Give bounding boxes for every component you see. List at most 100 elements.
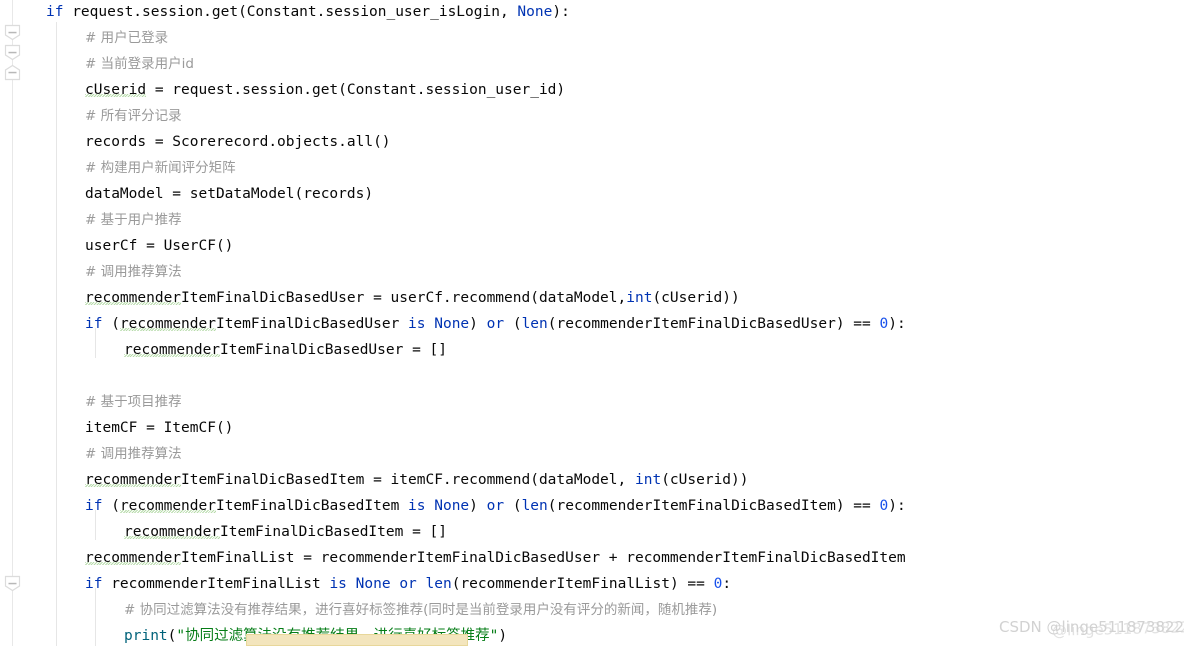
fold-marker-collapse-3[interactable] xyxy=(4,575,21,592)
code-token: len xyxy=(425,576,452,592)
code-token: ItemFinalDicBasedItem = itemCF.recommend… xyxy=(181,472,635,488)
code-token: if xyxy=(85,316,103,332)
code-token: cUserid xyxy=(85,82,147,98)
fold-marker-collapse-1[interactable] xyxy=(4,24,21,41)
code-token: ) xyxy=(498,628,508,644)
code-token: int xyxy=(626,290,653,306)
code-token: # 调用推荐算法 xyxy=(85,446,182,462)
code-token: ItemFinalList = recommenderItemFinalDicB… xyxy=(181,550,906,566)
code-token: ) xyxy=(469,498,487,514)
code-line[interactable]: if request.session.get(Constant.session_… xyxy=(46,0,570,26)
code-token: if xyxy=(46,4,64,20)
code-line[interactable]: records = Scorerecord.objects.all() xyxy=(85,130,391,156)
code-token: ): xyxy=(552,4,570,20)
code-line[interactable]: recommenderItemFinalDicBasedUser = userC… xyxy=(85,286,740,312)
code-token: int xyxy=(634,472,662,488)
code-line[interactable]: # 调用推荐算法 xyxy=(85,442,182,468)
code-line[interactable]: itemCF = ItemCF() xyxy=(85,416,233,442)
search-match-highlight xyxy=(246,634,468,646)
code-token: None xyxy=(434,316,470,332)
code-token: ): xyxy=(888,316,906,332)
code-editor: if request.session.get(Constant.session_… xyxy=(0,0,1184,646)
code-line[interactable]: if (recommenderItemFinalDicBasedItem is … xyxy=(85,494,906,520)
code-token: print xyxy=(124,628,168,644)
code-token: 0 xyxy=(879,316,889,332)
code-line[interactable]: recommenderItemFinalDicBasedUser = [] xyxy=(124,338,447,364)
code-line[interactable]: userCf = UserCF() xyxy=(85,234,233,260)
code-token: (cUserid)) xyxy=(652,290,740,306)
code-line[interactable]: # 用户已登录 xyxy=(85,26,168,52)
code-line[interactable]: # 当前登录用户id xyxy=(85,52,194,78)
code-token: : xyxy=(722,576,732,592)
code-token: # 当前登录用户id xyxy=(85,56,194,72)
code-token: recommender xyxy=(85,550,182,566)
code-token: is xyxy=(408,498,426,514)
code-line[interactable]: dataModel = setDataModel(records) xyxy=(85,182,373,208)
code-token: or xyxy=(486,316,505,332)
code-token: ( xyxy=(102,498,120,514)
code-token: # 协同过滤算法没有推荐结果，进行喜好标签推荐(同时是当前登录用户没有评分的新闻… xyxy=(124,602,718,618)
indent-guide-level-1 xyxy=(56,22,57,646)
code-line[interactable]: # 所有评分记录 xyxy=(85,104,182,130)
code-token: len xyxy=(521,316,548,332)
code-line[interactable]: if (recommenderItemFinalDicBasedUser is … xyxy=(85,312,906,338)
code-token: # 构建用户新闻评分矩阵 xyxy=(85,160,236,176)
fold-rail xyxy=(12,0,13,646)
code-token: if xyxy=(85,498,103,514)
code-token: is xyxy=(408,316,426,332)
code-token: (recommenderItemFinalList) == xyxy=(451,576,714,592)
code-content-area[interactable]: if request.session.get(Constant.session_… xyxy=(46,0,1184,646)
code-token: recommender xyxy=(85,290,182,306)
code-line[interactable]: # 基于用户推荐 xyxy=(85,208,182,234)
code-token: ItemFinalDicBasedUser xyxy=(215,316,409,332)
code-token: (recommenderItemFinalDicBasedUser) == xyxy=(547,316,880,332)
code-token: if xyxy=(85,576,103,592)
code-token: # 调用推荐算法 xyxy=(85,264,182,280)
code-token: recommenderItemFinalList xyxy=(102,576,330,592)
code-token: None xyxy=(434,498,470,514)
code-token: = request.session.get(Constant.session_u… xyxy=(146,82,566,98)
code-token: (recommenderItemFinalDicBasedItem) == xyxy=(547,498,880,514)
code-line[interactable]: # 基于项目推荐 xyxy=(85,390,182,416)
code-token: ItemFinalDicBasedItem = [] xyxy=(220,524,448,540)
code-line[interactable]: recommenderItemFinalDicBasedItem = [] xyxy=(124,520,447,546)
code-token: ): xyxy=(888,498,906,514)
code-token: # 用户已登录 xyxy=(85,30,169,46)
code-token: ( xyxy=(504,316,522,332)
code-token: ( xyxy=(102,316,120,332)
code-token: ) xyxy=(469,316,487,332)
code-token: or xyxy=(486,498,505,514)
code-token: len xyxy=(521,498,548,514)
code-token: recommender xyxy=(119,498,216,514)
editor-gutter xyxy=(0,0,46,646)
code-token: ItemFinalDicBasedItem xyxy=(215,498,409,514)
code-token: itemCF = ItemCF() xyxy=(85,420,234,436)
code-token: recommender xyxy=(124,524,221,540)
code-token: is xyxy=(329,576,347,592)
code-token: dataModel = setDataModel(records) xyxy=(85,186,374,202)
code-token: recommender xyxy=(119,316,216,332)
code-token: None xyxy=(517,4,553,20)
fold-marker-collapse-2[interactable] xyxy=(4,44,21,61)
code-line[interactable]: # 构建用户新闻评分矩阵 xyxy=(85,156,236,182)
code-token: recommender xyxy=(85,472,182,488)
code-line[interactable]: # 调用推荐算法 xyxy=(85,260,182,286)
code-line[interactable]: cUserid = request.session.get(Constant.s… xyxy=(85,78,565,104)
code-token: ItemFinalDicBasedUser = userCf.recommend… xyxy=(181,290,627,306)
code-token: (cUserid)) xyxy=(661,472,749,488)
code-line[interactable]: if recommenderItemFinalList is None or l… xyxy=(85,572,731,598)
code-token: recommender xyxy=(124,342,221,358)
code-token: # 基于用户推荐 xyxy=(85,212,182,228)
code-token: 0 xyxy=(879,498,889,514)
code-line[interactable]: recommenderItemFinalDicBasedItem = itemC… xyxy=(85,468,749,494)
fold-marker-expand-1[interactable] xyxy=(4,64,21,81)
code-line[interactable]: # 协同过滤算法没有推荐结果，进行喜好标签推荐(同时是当前登录用户没有评分的新闻… xyxy=(124,598,717,624)
code-line[interactable]: recommenderItemFinalList = recommenderIt… xyxy=(85,546,906,572)
code-token: ( xyxy=(504,498,522,514)
code-token: # 所有评分记录 xyxy=(85,108,182,124)
code-token: or xyxy=(399,576,417,592)
